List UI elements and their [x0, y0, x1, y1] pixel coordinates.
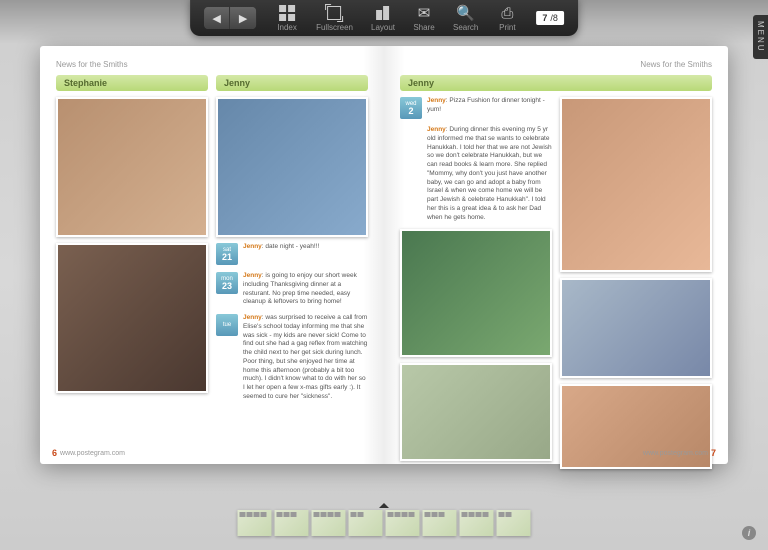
- book-spread: News for the Smiths Stephanie Jenny sat2…: [40, 46, 728, 464]
- thumbnail[interactable]: [386, 510, 420, 536]
- menu-tab[interactable]: MENU: [753, 15, 768, 59]
- layout-button[interactable]: Layout: [363, 4, 403, 32]
- date-badge: sat21: [216, 243, 238, 265]
- page-footer: 6www.postegram.com: [52, 448, 125, 458]
- page-header: News for the Smiths: [400, 60, 712, 69]
- thumbnail[interactable]: [275, 510, 309, 536]
- date-badge: tue: [216, 314, 238, 336]
- photo: [56, 97, 208, 237]
- photo: [560, 97, 712, 272]
- section-title: Jenny: [400, 75, 712, 91]
- thumbnail[interactable]: [238, 510, 272, 536]
- share-button[interactable]: ✉ Share: [405, 4, 443, 32]
- photo: [216, 97, 368, 237]
- left-page: News for the Smiths Stephanie Jenny sat2…: [40, 46, 384, 464]
- search-button[interactable]: 🔍 Search: [445, 4, 486, 32]
- journal-entry: sat21 Jenny: date night - yeah!!!: [216, 243, 368, 265]
- thumbnail[interactable]: [312, 510, 346, 536]
- fullscreen-button[interactable]: Fullscreen: [308, 4, 361, 32]
- nav-buttons: ◀ ▶: [204, 7, 256, 29]
- photo: [400, 363, 552, 461]
- photo: [400, 229, 552, 357]
- page-footer: www.postegram.com7: [643, 448, 716, 458]
- entry-text: Jenny: During dinner this evening my 5 y…: [427, 126, 552, 222]
- page-indicator[interactable]: 7 /8: [536, 11, 564, 25]
- grid-icon: [276, 4, 298, 22]
- entry-text: Jenny: Pizza Fushion for dinner tonight …: [427, 97, 552, 119]
- page-current: 7: [542, 13, 547, 23]
- page-header: News for the Smiths: [56, 60, 368, 69]
- journal-entry: Jenny: During dinner this evening my 5 y…: [400, 126, 552, 222]
- print-icon: ⎙: [496, 4, 518, 22]
- fullscreen-icon: [324, 4, 346, 22]
- photo: [56, 243, 208, 393]
- envelope-icon: ✉: [413, 4, 435, 22]
- print-button[interactable]: ⎙ Print: [488, 4, 526, 32]
- layout-icon: [372, 4, 394, 22]
- thumbnail[interactable]: [497, 510, 531, 536]
- thumbnail[interactable]: [423, 510, 457, 536]
- date-badge: wed2: [400, 97, 422, 119]
- toolbar: ◀ ▶ Index Fullscreen Layout ✉ Share 🔍 Se…: [190, 0, 578, 36]
- journal-entry: tue Jenny: was surprised to receive a ca…: [216, 314, 368, 402]
- thumbnail-strip: [238, 510, 531, 536]
- thumbnail[interactable]: [349, 510, 383, 536]
- thumbnail[interactable]: [460, 510, 494, 536]
- page-total: /8: [550, 13, 558, 23]
- journal-entry: mon23 Jenny: is going to enjoy our short…: [216, 272, 368, 307]
- entry-text: Jenny: was surprised to receive a call f…: [243, 314, 368, 402]
- section-title: Jenny: [216, 75, 368, 91]
- search-icon: 🔍: [455, 4, 477, 22]
- right-page: News for the Smiths Jenny wed2 Jenny: Pi…: [384, 46, 728, 464]
- entry-text: Jenny: is going to enjoy our short week …: [243, 272, 368, 307]
- info-button[interactable]: i: [742, 526, 756, 540]
- journal-entry: wed2 Jenny: Pizza Fushion for dinner ton…: [400, 97, 552, 119]
- date-badge: mon23: [216, 272, 238, 294]
- photo: [560, 278, 712, 378]
- thumb-indicator-arrow: [379, 503, 389, 508]
- index-button[interactable]: Index: [268, 4, 306, 32]
- entry-text: Jenny: date night - yeah!!!: [243, 243, 319, 265]
- next-button[interactable]: ▶: [230, 7, 256, 29]
- prev-button[interactable]: ◀: [204, 7, 230, 29]
- section-title: Stephanie: [56, 75, 208, 91]
